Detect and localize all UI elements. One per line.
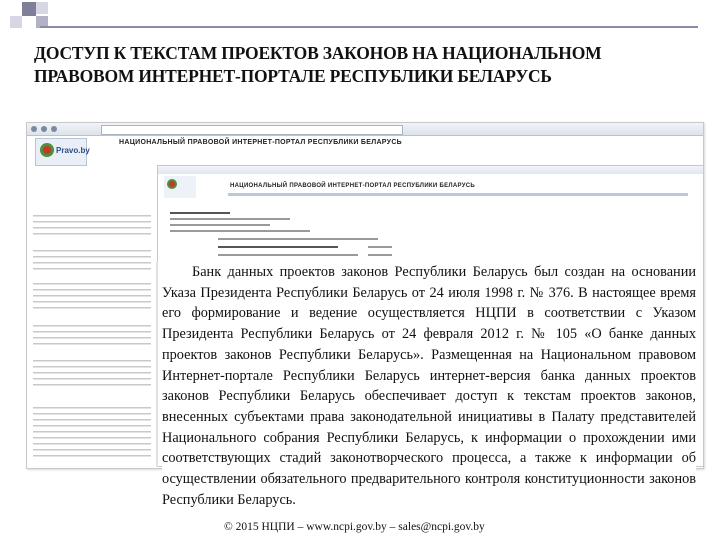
doc-text-block	[33, 213, 151, 239]
forward-icon	[41, 126, 47, 132]
decor-square	[10, 16, 22, 28]
decor-square	[22, 2, 36, 16]
refresh-icon	[51, 126, 57, 132]
text-divider	[156, 262, 158, 467]
slide-title: ДОСТУП К ТЕКСТАМ ПРОЕКТОВ ЗАКОНОВ НА НАЦ…	[34, 43, 602, 86]
decor-square	[36, 2, 48, 14]
address-bar	[101, 125, 403, 135]
body-paragraph: Банк данных проектов законов Республики …	[162, 262, 696, 511]
doc-line	[368, 254, 392, 256]
portal-title: НАЦИОНАЛЬНЫЙ ПРАВОВОЙ ИНТЕРНЕТ-ПОРТАЛ РЕ…	[230, 183, 476, 189]
document-sidebar	[33, 173, 153, 463]
doc-line	[170, 212, 230, 214]
nav-bar	[228, 193, 688, 196]
portal-title: НАЦИОНАЛЬНЫЙ ПРАВОВОЙ ИНТЕРНЕТ-ПОРТАЛ РЕ…	[119, 139, 403, 146]
doc-line	[170, 218, 290, 220]
doc-line	[170, 230, 310, 232]
doc-line	[218, 246, 338, 248]
doc-text-block	[33, 323, 151, 347]
browser-toolbar	[27, 123, 703, 136]
browser-toolbar	[158, 166, 703, 174]
doc-text-block	[33, 358, 151, 386]
doc-text-block	[33, 248, 151, 270]
pravo-logo	[164, 176, 196, 198]
title-rule	[40, 26, 698, 28]
doc-line	[170, 224, 270, 226]
doc-line	[368, 246, 392, 248]
doc-line	[218, 254, 358, 256]
emblem-center	[43, 146, 51, 154]
doc-text-block	[33, 281, 151, 311]
doc-text-block	[33, 405, 151, 457]
pravo-logo: Pravo.by	[35, 138, 90, 166]
doc-line	[218, 238, 378, 240]
emblem-center	[169, 181, 175, 187]
back-icon	[31, 126, 37, 132]
footer-copyright: © 2015 НЦПИ – www.ncpi.gov.by – sales@nc…	[224, 521, 485, 533]
logo-text: Pravo.by	[56, 146, 90, 155]
